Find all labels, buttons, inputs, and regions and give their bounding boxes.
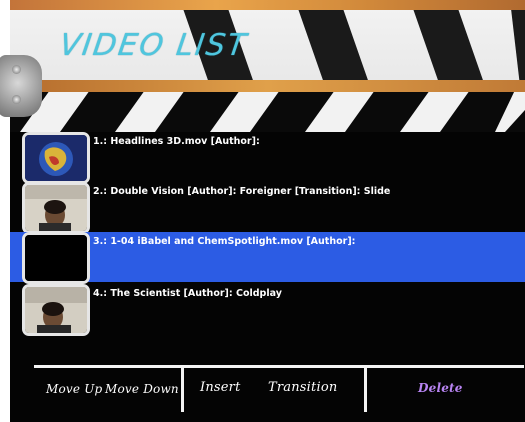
toolbar-separator: [181, 368, 184, 412]
video-thumbnail: [22, 132, 90, 184]
list-item[interactable]: 2.: Double Vision [Author]: Foreigner [T…: [10, 182, 525, 234]
black-frame-icon: [25, 235, 87, 281]
video-label: 1.: Headlines 3D.mov [Author]:: [93, 136, 260, 147]
video-thumbnail: [22, 284, 90, 336]
hinge-strip: [10, 80, 525, 92]
toolbar-separator: [364, 368, 367, 412]
video-label: 4.: The Scientist [Author]: Coldplay: [93, 288, 282, 299]
clapper-hinge-icon: [0, 55, 42, 117]
clapperboard: VIDEO LIST 1.: Headlines 3D.mov [Author]…: [10, 0, 525, 422]
video-thumbnail: [22, 182, 90, 234]
wood-edge: [10, 0, 525, 10]
video-label: 3.: 1-04 iBabel and ChemSpotlight.mov [A…: [93, 236, 356, 247]
video-thumbnail: [22, 232, 90, 284]
page-title: VIDEO LIST: [57, 28, 250, 63]
list-item[interactable]: 4.: The Scientist [Author]: Coldplay: [10, 284, 525, 336]
video-label: 2.: Double Vision [Author]: Foreigner [T…: [93, 186, 391, 197]
delete-button[interactable]: Delete: [418, 381, 463, 395]
webcam-face-icon: [25, 287, 87, 333]
clapper-top: VIDEO LIST: [10, 0, 525, 86]
insert-button[interactable]: Insert: [200, 380, 241, 395]
clapper-bottom-stripes: [10, 90, 525, 132]
webcam-face-icon: [25, 185, 87, 231]
toolbar-divider: [34, 365, 524, 368]
list-item[interactable]: 1.: Headlines 3D.mov [Author]:: [10, 132, 525, 184]
globe-icon: [25, 135, 87, 181]
move-down-button[interactable]: Move Down: [105, 382, 179, 396]
move-up-button[interactable]: Move Up: [46, 382, 102, 396]
list-item-selected[interactable]: 3.: 1-04 iBabel and ChemSpotlight.mov [A…: [10, 232, 525, 284]
transition-button[interactable]: Transition: [268, 380, 337, 395]
